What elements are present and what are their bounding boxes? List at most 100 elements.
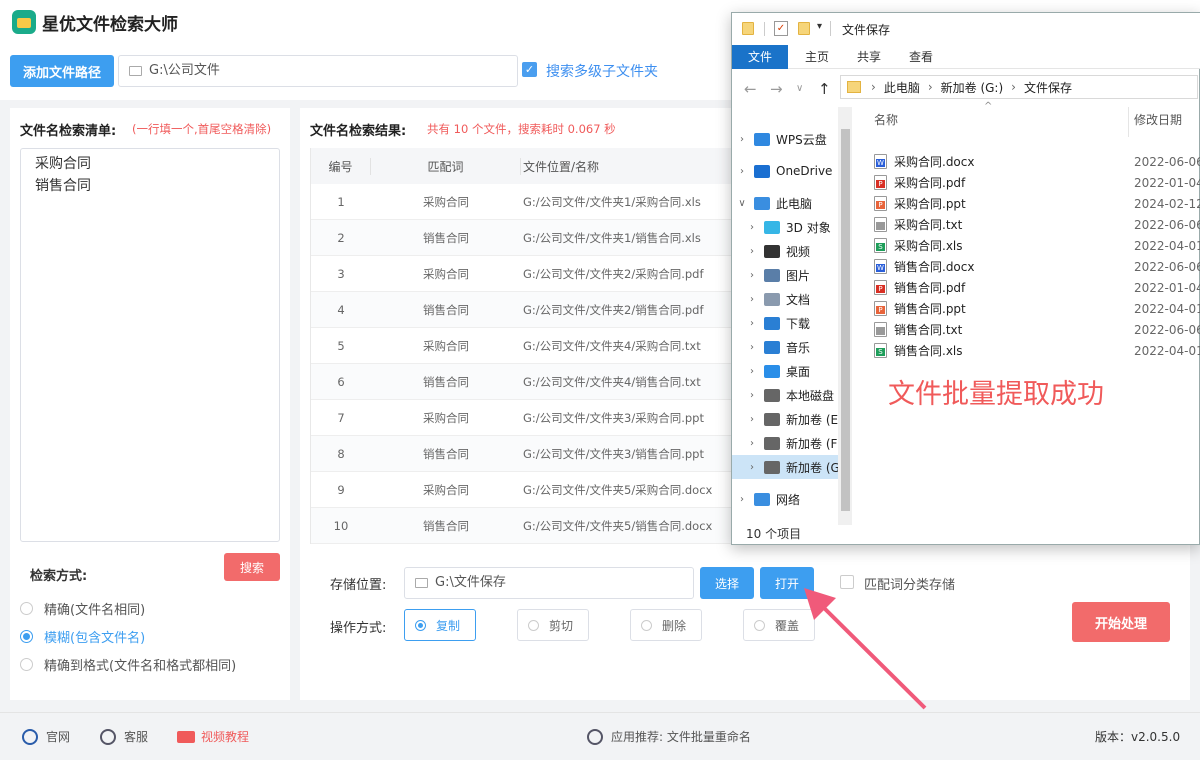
expand-chevron-icon[interactable]: ›: [746, 246, 758, 257]
search-button[interactable]: 搜索: [224, 553, 280, 581]
table-row[interactable]: 7 采购合同 G:/公司文件/文件夹3/采购合同.ppt: [311, 400, 750, 436]
nav-item[interactable]: › WPS云盘: [732, 127, 852, 151]
explorer-titlebar[interactable]: ✓ ▾ 文件保存: [732, 13, 1200, 45]
file-row[interactable]: W 销售合同.docx 2022-06-06: [874, 256, 1200, 277]
expand-chevron-icon[interactable]: ›: [746, 462, 758, 473]
footer-recommend-link[interactable]: 应用推荐: 文件批量重命名: [587, 728, 751, 745]
ribbon-tab-home[interactable]: 主页: [792, 45, 842, 69]
file-name: 销售合同.pdf: [894, 281, 966, 295]
file-row[interactable]: 销售合同.txt 2022-06-06: [874, 319, 1200, 340]
scrollbar-thumb[interactable]: [841, 129, 850, 511]
file-row[interactable]: S 销售合同.xls 2022-04-01: [874, 340, 1200, 361]
properties-icon[interactable]: ✓: [774, 21, 788, 36]
op-delete-option[interactable]: 删除: [630, 609, 702, 641]
nav-item[interactable]: › 音乐: [732, 335, 852, 359]
nav-scrollbar[interactable]: [838, 107, 852, 525]
expand-chevron-icon[interactable]: ›: [746, 390, 758, 401]
table-row[interactable]: 2 销售合同 G:/公司文件/文件夹1/销售合同.xls: [311, 220, 750, 256]
mode-format-option[interactable]: 精确到格式(文件名和格式都相同): [20, 655, 236, 674]
forward-arrow-icon[interactable]: →: [770, 80, 783, 98]
nav-item[interactable]: › 新加卷 (F: [732, 431, 852, 455]
footer-site-link[interactable]: 官网: [22, 728, 70, 745]
recent-dropdown-icon[interactable]: ∨: [796, 83, 803, 94]
nav-item[interactable]: › 图片: [732, 263, 852, 287]
breadcrumb-item[interactable]: 此电脑: [884, 79, 920, 96]
nav-item[interactable]: › 桌面: [732, 359, 852, 383]
nav-item[interactable]: › OneDrive: [732, 159, 852, 183]
cube-icon: [764, 220, 780, 234]
file-row[interactable]: P 采购合同.ppt 2024-02-12: [874, 193, 1200, 214]
table-row[interactable]: 9 采购合同 G:/公司文件/文件夹5/采购合同.docx: [311, 472, 750, 508]
table-row[interactable]: 4 销售合同 G:/公司文件/文件夹2/销售合同.pdf: [311, 292, 750, 328]
expand-chevron-icon[interactable]: ›: [746, 270, 758, 281]
file-row[interactable]: 采购合同.txt 2022-06-06: [874, 214, 1200, 235]
disk-icon: [764, 388, 780, 402]
op-cut-option[interactable]: 剪切: [517, 609, 589, 641]
footer-service-link[interactable]: 客服: [100, 728, 148, 745]
mode-fuzzy-option[interactable]: 模糊(包含文件名): [20, 627, 145, 646]
expand-chevron-icon[interactable]: ›: [746, 318, 758, 329]
nav-item[interactable]: › 网络: [732, 487, 852, 511]
expand-chevron-icon[interactable]: ›: [736, 494, 748, 505]
nav-item-label: 下载: [786, 316, 811, 331]
crumb-separator-icon: ›: [871, 80, 876, 94]
row-index: 6: [337, 374, 345, 389]
add-file-path-button[interactable]: 添加文件路径: [10, 55, 114, 87]
file-row[interactable]: P 销售合同.pdf 2022-01-04: [874, 277, 1200, 298]
name-list-textarea[interactable]: 采购合同 销售合同: [20, 148, 280, 542]
nav-item[interactable]: › 文档: [732, 287, 852, 311]
file-type-icon: P: [874, 196, 887, 211]
footer-video-link[interactable]: 视频教程: [177, 728, 249, 745]
table-row[interactable]: 3 采购合同 G:/公司文件/文件夹2/采购合同.pdf: [311, 256, 750, 292]
file-row[interactable]: P 采购合同.pdf 2022-01-04: [874, 172, 1200, 193]
save-location-input[interactable]: G:\文件保存: [404, 567, 694, 599]
column-date-header[interactable]: 修改日期: [1134, 111, 1182, 128]
expand-chevron-icon[interactable]: ›: [746, 366, 758, 377]
breadcrumb-item[interactable]: 文件保存: [1024, 79, 1072, 96]
table-row[interactable]: 1 采购合同 G:/公司文件/文件夹1/采购合同.xls: [311, 184, 750, 220]
nav-item[interactable]: › 新加卷 (E: [732, 407, 852, 431]
expand-chevron-icon[interactable]: ›: [746, 414, 758, 425]
ribbon-tab-file[interactable]: 文件: [732, 45, 788, 69]
table-row[interactable]: 5 采购合同 G:/公司文件/文件夹4/采购合同.txt: [311, 328, 750, 364]
table-row[interactable]: 6 销售合同 G:/公司文件/文件夹4/销售合同.txt: [311, 364, 750, 400]
file-row[interactable]: S 采购合同.xls 2022-04-01: [874, 235, 1200, 256]
back-arrow-icon[interactable]: ←: [744, 80, 757, 98]
up-arrow-icon[interactable]: ↑: [818, 80, 831, 98]
expand-chevron-icon[interactable]: ›: [736, 134, 748, 145]
nav-item[interactable]: › 新加卷 (G: [732, 455, 852, 479]
breadcrumb-item[interactable]: 新加卷 (G:): [941, 79, 1004, 96]
nav-item[interactable]: › 视频: [732, 239, 852, 263]
file-explorer-window[interactable]: ✓ ▾ 文件保存 文件 主页 共享 查看 ← → ∨ ↑ › 此电脑 › 新加卷…: [731, 12, 1200, 545]
table-row[interactable]: 10 销售合同 G:/公司文件/文件夹5/销售合同.docx: [311, 508, 750, 544]
expand-chevron-icon[interactable]: ›: [746, 438, 758, 449]
start-process-button[interactable]: 开始处理: [1072, 602, 1170, 642]
expand-chevron-icon[interactable]: ›: [746, 342, 758, 353]
path-input[interactable]: G:\公司文件: [118, 55, 518, 87]
expand-chevron-icon[interactable]: ›: [746, 222, 758, 233]
subfolder-checkbox[interactable]: ✓: [522, 62, 537, 77]
search-mode-label: 检索方式:: [30, 569, 88, 584]
nav-item[interactable]: › 下载: [732, 311, 852, 335]
expand-chevron-icon[interactable]: ›: [736, 166, 748, 177]
expand-chevron-icon[interactable]: ›: [746, 294, 758, 305]
file-row[interactable]: W 采购合同.docx 2022-06-06: [874, 151, 1200, 172]
new-folder-icon[interactable]: [798, 22, 810, 35]
mode-exact-option[interactable]: 精确(文件名相同): [20, 599, 145, 618]
op-copy-option[interactable]: 复制: [404, 609, 476, 641]
file-name: 销售合同.xls: [894, 344, 963, 358]
nav-item[interactable]: › 3D 对象: [732, 215, 852, 239]
nav-item[interactable]: › 本地磁盘: [732, 383, 852, 407]
footer-site-label: 官网: [46, 730, 71, 744]
choose-button[interactable]: 选择: [700, 567, 754, 599]
table-row[interactable]: 8 销售合同 G:/公司文件/文件夹3/销售合同.ppt: [311, 436, 750, 472]
file-row[interactable]: P 销售合同.ppt 2022-04-01: [874, 298, 1200, 319]
ribbon-tab-share[interactable]: 共享: [844, 45, 894, 69]
customize-quick-access-icon[interactable]: ▾: [817, 21, 822, 32]
explorer-address-bar[interactable]: › 此电脑 › 新加卷 (G:) › 文件保存: [840, 75, 1198, 99]
expand-chevron-icon[interactable]: ∨: [736, 198, 748, 209]
nav-item[interactable]: ∨ 此电脑: [732, 191, 852, 215]
ribbon-tab-view[interactable]: 查看: [896, 45, 946, 69]
nav-item-label: WPS云盘: [776, 132, 827, 147]
column-name-header[interactable]: 名称: [874, 111, 898, 128]
